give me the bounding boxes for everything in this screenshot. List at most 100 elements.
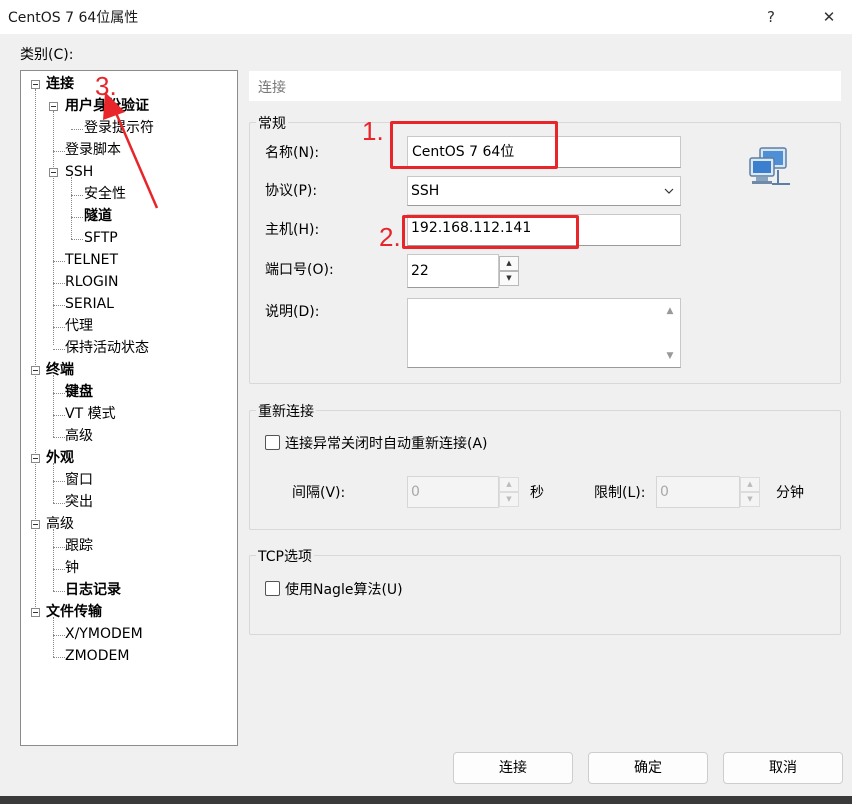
spin-down-icon[interactable]: ▼	[499, 271, 519, 286]
interval-label: 间隔(V):	[292, 485, 346, 501]
chevron-down-icon	[664, 188, 674, 194]
tree-item-connection[interactable]: 连接	[46, 74, 74, 94]
tree-connector	[71, 217, 83, 218]
tree-connector	[71, 239, 83, 240]
annotation-box-host	[402, 215, 579, 249]
scroll-up-icon[interactable]: ▲	[662, 303, 678, 319]
spin-up-icon[interactable]: ▲	[499, 256, 519, 271]
category-label: 类别(C):	[20, 47, 74, 63]
tree-connector	[53, 437, 65, 438]
collapse-icon[interactable]	[31, 454, 40, 463]
limit-label: 限制(L):	[594, 485, 646, 501]
tree-connector	[53, 375, 54, 437]
minutes-unit: 分钟	[776, 485, 804, 501]
close-button[interactable]: ✕	[818, 6, 840, 28]
tree-item-proxy[interactable]: 代理	[65, 316, 93, 336]
tree-connector	[53, 151, 65, 152]
collapse-icon[interactable]	[31, 608, 40, 617]
protocol-select[interactable]: SSH	[407, 176, 681, 206]
section-header: 连接	[258, 80, 286, 96]
description-label: 说明(D):	[265, 304, 320, 320]
tree-connector	[53, 481, 65, 482]
tree-connector	[53, 657, 65, 658]
tree-connector	[53, 261, 65, 262]
name-label: 名称(N):	[265, 145, 320, 161]
tree-connector	[53, 503, 65, 504]
tree-connector	[53, 111, 54, 345]
tree-item-trace[interactable]: 跟踪	[65, 536, 93, 556]
annotation-number-1: 1.	[362, 116, 384, 146]
reconnect-group-title: 重新连接	[256, 401, 316, 421]
tree-connector	[53, 415, 65, 416]
annotation-arrow-icon	[103, 92, 159, 209]
spin-up-icon[interactable]: ▲	[499, 477, 519, 492]
tree-item-terminal-advanced[interactable]: 高级	[65, 426, 93, 446]
seconds-unit: 秒	[530, 485, 544, 501]
nagle-checkbox[interactable]	[265, 581, 280, 596]
tree-connector	[53, 547, 65, 548]
connect-button[interactable]: 连接	[453, 752, 573, 784]
interval-input[interactable]: 0	[407, 476, 499, 508]
tree-item-vt-mode[interactable]: VT 模式	[65, 404, 116, 424]
tree-connector	[53, 349, 65, 350]
collapse-icon[interactable]	[49, 168, 58, 177]
tree-item-sftp[interactable]: SFTP	[84, 228, 118, 248]
tree-item-file-transfer[interactable]: 文件传输	[46, 602, 102, 622]
tree-item-rlogin[interactable]: RLOGIN	[65, 272, 119, 292]
tree-connector	[53, 463, 54, 503]
help-button[interactable]: ?	[760, 6, 782, 28]
tree-item-window[interactable]: 窗口	[65, 470, 93, 490]
tree-item-zmodem[interactable]: ZMODEM	[65, 646, 129, 666]
tree-item-bell[interactable]: 钟	[65, 558, 79, 578]
tree-connector	[71, 177, 72, 239]
reconnect-group	[249, 410, 841, 530]
ok-button[interactable]: 确定	[588, 752, 708, 784]
spin-down-icon[interactable]: ▼	[740, 492, 760, 507]
tree-item-keepalive[interactable]: 保持活动状态	[65, 338, 149, 358]
collapse-icon[interactable]	[31, 520, 40, 529]
tree-item-logging[interactable]: 日志记录	[65, 580, 121, 600]
auto-reconnect-checkbox[interactable]	[265, 435, 280, 450]
description-textarea[interactable]	[407, 298, 681, 368]
annotation-number-2: 2.	[379, 222, 401, 252]
auto-reconnect-label[interactable]: 连接异常关闭时自动重新连接(A)	[285, 433, 488, 453]
tree-connector	[53, 617, 54, 657]
tree-connector	[53, 305, 65, 306]
tree-item-serial[interactable]: SERIAL	[65, 294, 114, 314]
limit-input[interactable]: 0	[656, 476, 740, 508]
port-input[interactable]: 22	[407, 254, 499, 288]
scroll-down-icon[interactable]: ▼	[662, 348, 678, 364]
tree-connector	[71, 129, 83, 130]
tree-connector	[53, 635, 65, 636]
collapse-icon[interactable]	[31, 80, 40, 89]
general-group-title: 常规	[256, 113, 288, 133]
tree-connector	[53, 393, 65, 394]
network-computer-icon	[749, 147, 790, 185]
tree-item-advanced[interactable]: 高级	[46, 514, 74, 534]
tcp-group-title: TCP选项	[256, 546, 314, 566]
section-header-bar	[249, 71, 841, 101]
spin-down-icon[interactable]: ▼	[499, 492, 519, 507]
tree-connector	[53, 569, 65, 570]
tree-connector	[53, 529, 54, 591]
tree-connector	[53, 591, 65, 592]
cancel-button[interactable]: 取消	[723, 752, 843, 784]
spin-up-icon[interactable]: ▲	[740, 477, 760, 492]
collapse-icon[interactable]	[31, 366, 40, 375]
host-label: 主机(H):	[265, 222, 320, 238]
nagle-label[interactable]: 使用Nagle算法(U)	[285, 579, 403, 599]
background-strip	[0, 796, 852, 804]
collapse-icon[interactable]	[49, 102, 58, 111]
tree-connector	[35, 89, 36, 615]
tree-item-ssh[interactable]: SSH	[65, 162, 93, 182]
tree-item-highlight[interactable]: 突出	[65, 492, 93, 512]
tree-item-keyboard[interactable]: 键盘	[65, 382, 93, 402]
tree-item-xymodem[interactable]: X/YMODEM	[65, 624, 143, 644]
tree-item-telnet[interactable]: TELNET	[65, 250, 118, 270]
tree-item-appearance[interactable]: 外观	[46, 448, 74, 468]
tree-item-terminal[interactable]: 终端	[46, 360, 74, 380]
port-label: 端口号(O):	[265, 262, 334, 278]
tree-connector	[71, 195, 83, 196]
protocol-value: SSH	[411, 183, 440, 199]
window-title: CentOS 7 64位属性	[8, 10, 139, 26]
